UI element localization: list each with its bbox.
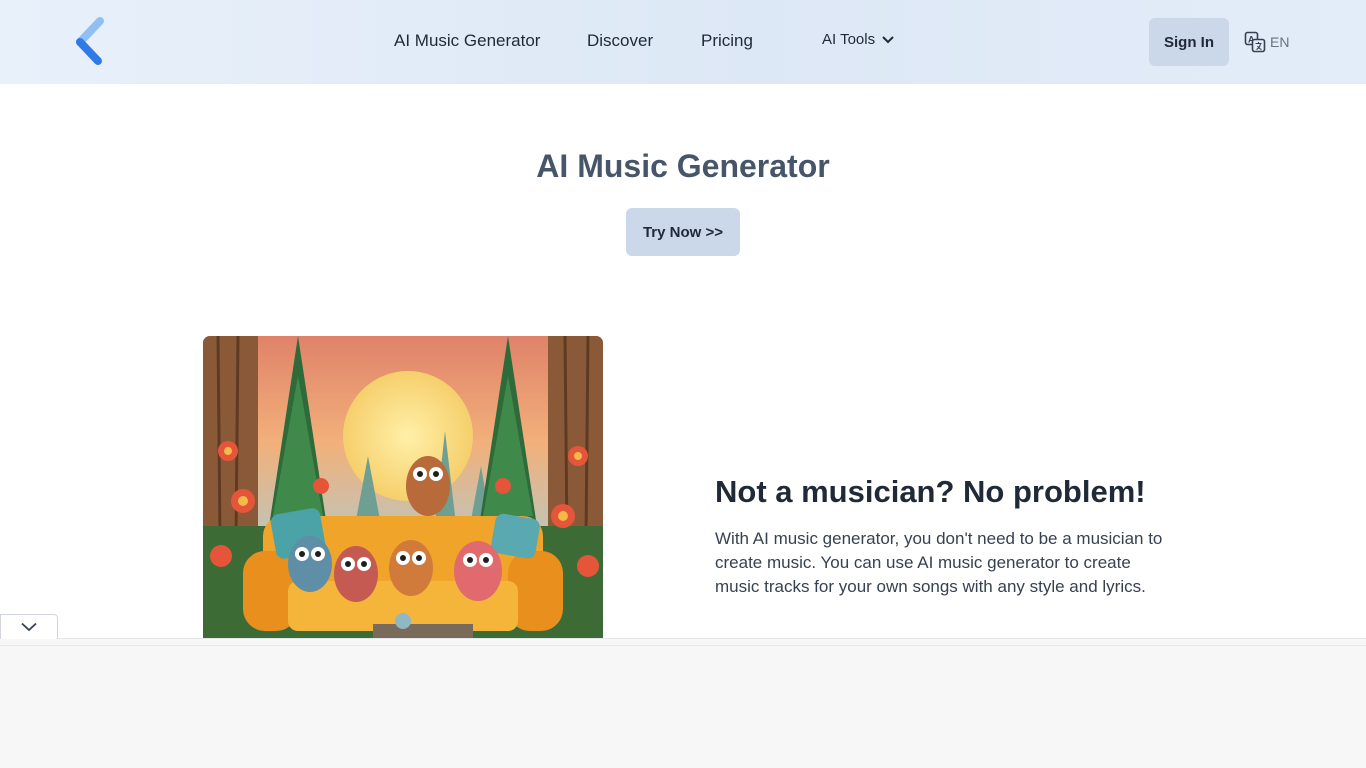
- language-label: EN: [1270, 34, 1290, 50]
- site-header: AI Music Generator Discover Pricing AI T…: [0, 0, 1366, 84]
- feature-title: Not a musician? No problem!: [715, 474, 1146, 509]
- page-title: AI Music Generator: [536, 148, 830, 184]
- nav-ai-music-generator[interactable]: AI Music Generator: [394, 31, 540, 51]
- owls-illustration: [203, 336, 603, 639]
- nav-pricing[interactable]: Pricing: [701, 31, 753, 51]
- ai-tools-dropdown[interactable]: AI Tools: [822, 31, 895, 48]
- collapse-panel-toggle[interactable]: [0, 614, 58, 639]
- translate-icon: A: [1244, 31, 1266, 53]
- nav-discover[interactable]: Discover: [587, 31, 653, 51]
- bottom-panel: [0, 638, 1366, 768]
- language-selector[interactable]: A EN: [1244, 31, 1289, 53]
- chevron-down-icon: [21, 622, 37, 632]
- feature-description: With AI music generator, you don't need …: [715, 529, 1163, 596]
- logo-icon[interactable]: [72, 16, 108, 68]
- try-now-button[interactable]: Try Now >>: [626, 208, 740, 256]
- chevron-down-icon: [882, 35, 894, 43]
- sign-in-button[interactable]: Sign In: [1149, 18, 1229, 66]
- ai-tools-label: AI Tools: [822, 31, 876, 48]
- panel-divider: [0, 645, 1366, 646]
